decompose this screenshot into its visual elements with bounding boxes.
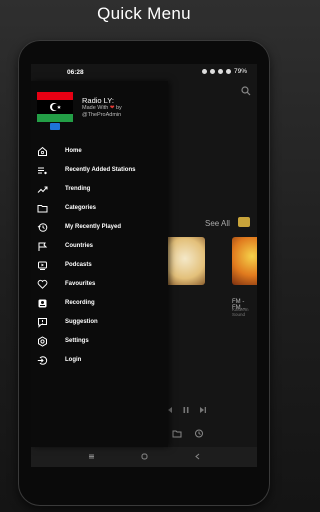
station-card-artwork[interactable] bbox=[232, 237, 257, 285]
next-icon[interactable] bbox=[199, 406, 207, 414]
search-icon[interactable] bbox=[241, 86, 251, 96]
playlist-icon bbox=[38, 167, 47, 175]
history-icon[interactable] bbox=[194, 429, 204, 438]
menu-item-label: Home bbox=[65, 148, 82, 154]
menu-item-label: Trending bbox=[65, 186, 91, 192]
menu-item-label: Categories bbox=[65, 205, 97, 211]
history-icon bbox=[37, 223, 48, 232]
see-all-link[interactable]: See All bbox=[205, 219, 230, 228]
menu-item-trending[interactable]: Trending bbox=[31, 180, 168, 199]
app-screen: 06:28 79% See All FM - FM... Kaseem Soun… bbox=[31, 64, 257, 467]
folder-icon bbox=[37, 205, 48, 213]
status-time: 06:28 bbox=[67, 69, 84, 76]
menu-item-label: Login bbox=[65, 357, 82, 363]
menu-item-label: Suggestion bbox=[65, 319, 98, 325]
made-with-credit: Made With ❤ by @TheProAdmin bbox=[82, 105, 162, 119]
menu-item-label: Podcasts bbox=[65, 262, 92, 268]
libya-flag-logo bbox=[37, 92, 73, 130]
system-nav-bar bbox=[31, 447, 257, 467]
flag-icon bbox=[38, 242, 48, 251]
menu-item-label: Recently Added Stations bbox=[65, 167, 136, 173]
menu-item-label: My Recently Played bbox=[65, 224, 122, 230]
back-nav-icon[interactable] bbox=[194, 453, 201, 460]
home-icon bbox=[38, 146, 47, 156]
bottom-actions bbox=[172, 429, 204, 438]
menu-item-suggestion[interactable]: Suggestion bbox=[31, 313, 168, 332]
navigation-drawer: Radio LY: Made With ❤ by @TheProAdmin Ho… bbox=[31, 81, 168, 447]
player-controls bbox=[165, 406, 207, 414]
battery-level: 79% bbox=[233, 68, 247, 75]
menu-item-label: Recording bbox=[65, 300, 95, 306]
menu-item-podcasts[interactable]: Podcasts bbox=[31, 256, 168, 275]
menu-item-countries[interactable]: Countries bbox=[31, 237, 168, 256]
recents-nav-icon[interactable] bbox=[88, 453, 95, 460]
menu-item-home[interactable]: Home bbox=[31, 142, 168, 161]
heart-icon bbox=[37, 279, 48, 289]
status-icons: 79% bbox=[201, 68, 247, 75]
gear-icon bbox=[38, 336, 47, 347]
see-all-arrow-icon[interactable] bbox=[238, 217, 250, 227]
signal-icon bbox=[225, 69, 231, 74]
pause-icon[interactable] bbox=[182, 406, 190, 414]
menu-item-recently-played[interactable]: My Recently Played bbox=[31, 218, 168, 237]
station-card-subtitle: Kaseem Sound bbox=[232, 307, 249, 317]
suggestion-icon bbox=[38, 318, 47, 328]
login-icon bbox=[37, 356, 48, 365]
menu-item-label: Settings bbox=[65, 338, 89, 344]
notification-icon bbox=[201, 69, 207, 74]
drawer-menu: Home Recently Added Stations Trending Ca… bbox=[31, 142, 168, 370]
home-nav-icon[interactable] bbox=[141, 453, 148, 460]
station-card-artwork[interactable] bbox=[165, 237, 205, 285]
status-bar: 06:28 79% bbox=[31, 64, 257, 81]
menu-item-label: Favourites bbox=[65, 281, 96, 287]
menu-item-favourites[interactable]: Favourites bbox=[31, 275, 168, 294]
menu-item-recording[interactable]: Recording bbox=[31, 294, 168, 313]
podcast-icon bbox=[38, 261, 47, 270]
app-name: Radio LY: bbox=[82, 96, 114, 105]
menu-item-settings[interactable]: Settings bbox=[31, 332, 168, 351]
menu-item-categories[interactable]: Categories bbox=[31, 199, 168, 218]
wifi-icon bbox=[217, 69, 223, 74]
menu-item-recently-added[interactable]: Recently Added Stations bbox=[31, 161, 168, 180]
trending-icon bbox=[37, 186, 48, 193]
folder-icon[interactable] bbox=[172, 429, 182, 438]
menu-item-login[interactable]: Login bbox=[31, 351, 168, 370]
alarm-icon bbox=[209, 69, 215, 74]
menu-item-label: Countries bbox=[65, 243, 94, 249]
record-icon bbox=[38, 299, 47, 308]
made-prefix: Made With bbox=[82, 105, 109, 111]
page-title: Quick Menu bbox=[97, 4, 191, 23]
heart-icon: ❤ bbox=[109, 105, 115, 111]
